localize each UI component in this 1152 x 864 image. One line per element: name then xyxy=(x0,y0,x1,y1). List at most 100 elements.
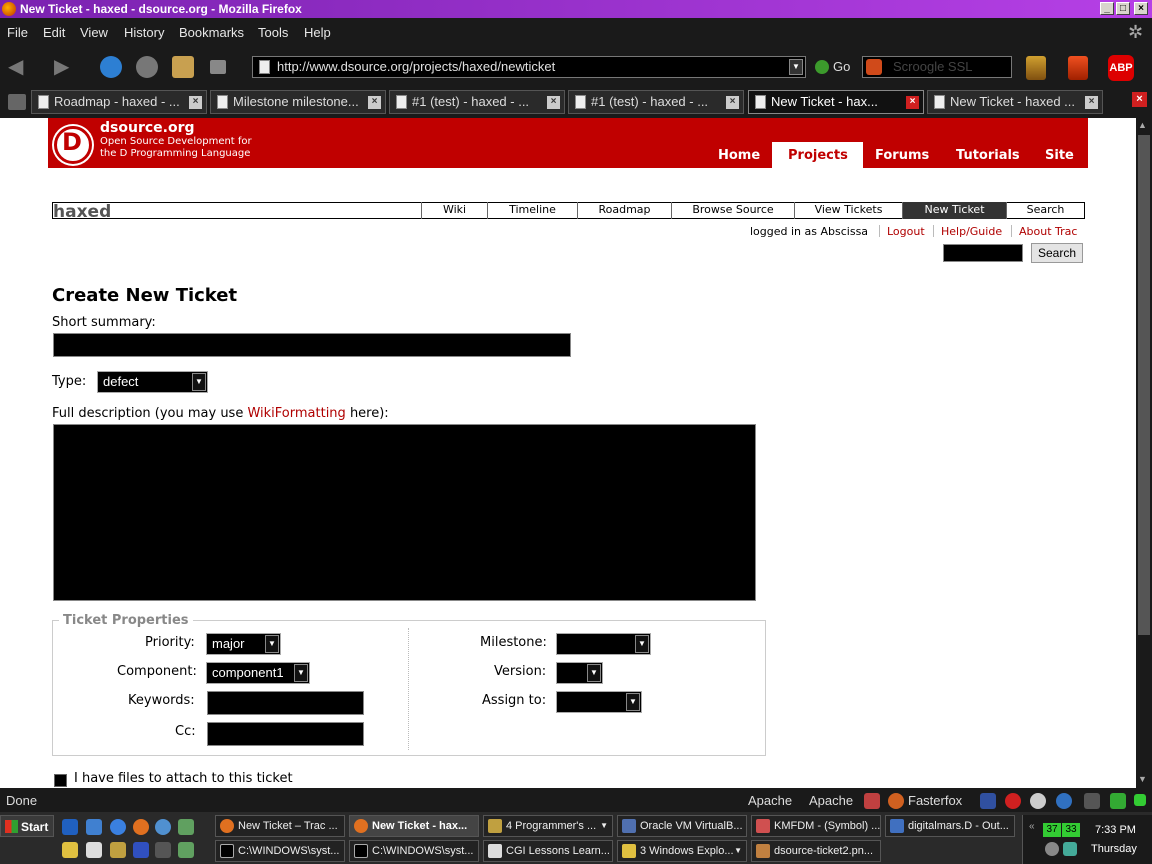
quicklaunch-icon[interactable] xyxy=(133,842,149,858)
flag-icon[interactable] xyxy=(980,793,996,809)
fasterfox-icon[interactable] xyxy=(888,793,904,809)
minimize-button[interactable]: _ xyxy=(1100,2,1114,15)
go-button[interactable]: Go xyxy=(833,59,850,74)
clock-time[interactable]: 7:33 PM xyxy=(1095,824,1136,836)
close-tab-icon[interactable]: × xyxy=(906,96,919,109)
proj-nav-view-tickets[interactable]: View Tickets xyxy=(794,202,902,219)
task-digitalmars[interactable]: digitalmars.D - Out... xyxy=(885,815,1015,837)
close-tab-icon[interactable]: × xyxy=(368,96,381,109)
scrollbar-thumb[interactable] xyxy=(1138,135,1150,635)
tray-expand-icon[interactable]: « xyxy=(1029,821,1035,832)
menu-edit[interactable]: Edit xyxy=(43,25,65,40)
url-dropdown-icon[interactable]: ▼ xyxy=(789,59,803,75)
download-addon-icon[interactable] xyxy=(1026,56,1046,80)
quicklaunch-icon[interactable] xyxy=(155,819,171,835)
volume-icon[interactable] xyxy=(1045,842,1059,856)
stop-icon[interactable] xyxy=(136,56,158,78)
quicklaunch-icon[interactable] xyxy=(62,819,78,835)
proj-nav-new-ticket[interactable]: New Ticket xyxy=(902,202,1006,219)
tab-new-ticket-active[interactable]: New Ticket - hax... × xyxy=(748,90,924,114)
menu-tools[interactable]: Tools xyxy=(258,25,288,40)
close-window-button[interactable]: × xyxy=(1134,2,1148,15)
scroll-down-icon[interactable]: ▼ xyxy=(1138,774,1147,784)
keywords-input[interactable] xyxy=(207,691,364,715)
tab-milestone[interactable]: Milestone milestone... × xyxy=(210,90,386,114)
addon3-icon[interactable] xyxy=(1056,793,1072,809)
trac-search-input[interactable] xyxy=(943,244,1023,262)
proj-nav-roadmap[interactable]: Roadmap xyxy=(577,202,671,219)
task-virtualbox[interactable]: Oracle VM VirtualB... xyxy=(617,815,747,837)
close-tab-icon[interactable]: × xyxy=(1085,96,1098,109)
task-windows-explorer[interactable]: 3 Windows Explo... ▼ xyxy=(617,840,747,862)
addon5-icon[interactable] xyxy=(1110,793,1126,809)
assign-to-select[interactable]: ▼ xyxy=(556,691,642,713)
network-icon[interactable] xyxy=(1063,842,1077,856)
version-select[interactable]: ▼ xyxy=(556,662,603,684)
close-tab-icon[interactable]: × xyxy=(547,96,560,109)
start-button[interactable]: Start xyxy=(0,815,54,837)
type-select[interactable]: defect ▼ xyxy=(97,371,208,393)
quicklaunch-icon[interactable] xyxy=(178,842,194,858)
task-kmfdm[interactable]: KMFDM - (Symbol) ... xyxy=(751,815,881,837)
stop-script-icon[interactable] xyxy=(1005,793,1021,809)
quicklaunch-icon[interactable] xyxy=(178,819,194,835)
menu-bookmarks[interactable]: Bookmarks xyxy=(179,25,244,40)
task-cgi-lessons[interactable]: CGI Lessons Learn... xyxy=(483,840,613,862)
milestone-select[interactable]: ▼ xyxy=(556,633,651,655)
scroll-up-icon[interactable]: ▲ xyxy=(1138,120,1147,130)
new-tab-icon[interactable] xyxy=(8,94,26,110)
task-new-ticket-trac[interactable]: New Ticket – Trac ... xyxy=(215,815,345,837)
status-apache-1[interactable]: Apache xyxy=(748,793,792,808)
cc-input[interactable] xyxy=(207,722,364,746)
firefox-launch-icon[interactable] xyxy=(133,819,149,835)
back-icon[interactable]: ◀ xyxy=(8,56,30,78)
menu-file[interactable]: File xyxy=(7,25,28,40)
addon-status-icon[interactable] xyxy=(864,793,880,809)
task-cmd-2[interactable]: C:\WINDOWS\syst... xyxy=(349,840,479,862)
task-programmers[interactable]: 4 Programmer's ... ▼ xyxy=(483,815,613,837)
quicklaunch-icon[interactable] xyxy=(110,842,126,858)
close-all-tabs-icon[interactable]: × xyxy=(1132,92,1147,107)
maximize-button[interactable]: □ xyxy=(1116,2,1130,15)
site-nav-forums[interactable]: Forums xyxy=(875,148,929,163)
notepad-icon[interactable] xyxy=(86,842,102,858)
quicklaunch-icon[interactable] xyxy=(86,819,102,835)
go-icon[interactable] xyxy=(815,60,829,74)
home-icon[interactable] xyxy=(172,56,194,78)
url-bar[interactable]: http://www.dsource.org/projects/haxed/ne… xyxy=(252,56,806,78)
close-tab-icon[interactable]: × xyxy=(726,96,739,109)
tab-ticket-1a[interactable]: #1 (test) - haxed - ... × xyxy=(389,90,565,114)
proj-nav-search[interactable]: Search xyxy=(1006,202,1084,219)
status-apache-2[interactable]: Apache xyxy=(809,793,853,808)
ie-icon[interactable] xyxy=(110,819,126,835)
site-nav-tutorials[interactable]: Tutorials xyxy=(956,148,1020,163)
site-nav-projects[interactable]: Projects xyxy=(772,142,863,168)
proj-nav-timeline[interactable]: Timeline xyxy=(487,202,577,219)
attach-files-checkbox[interactable] xyxy=(54,774,67,787)
tab-ticket-1b[interactable]: #1 (test) - haxed - ... × xyxy=(568,90,744,114)
site-name[interactable]: dsource.org xyxy=(100,120,195,136)
task-cmd-1[interactable]: C:\WINDOWS\syst... xyxy=(215,840,345,862)
description-textarea[interactable] xyxy=(53,424,756,601)
status-fasterfox[interactable]: Fasterfox xyxy=(908,793,962,808)
site-nav-site[interactable]: Site xyxy=(1045,148,1074,163)
addon2-icon[interactable] xyxy=(1030,793,1046,809)
search-engine-icon[interactable] xyxy=(866,59,882,75)
forward-icon[interactable]: ▶ xyxy=(54,56,76,78)
menu-help[interactable]: Help xyxy=(304,25,331,40)
logout-link[interactable]: Logout xyxy=(887,225,925,238)
summary-input[interactable] xyxy=(53,333,571,357)
close-tab-icon[interactable]: × xyxy=(189,96,202,109)
tab-new-ticket[interactable]: New Ticket - haxed ... × xyxy=(927,90,1103,114)
wiki-formatting-link[interactable]: WikiFormatting xyxy=(247,406,345,421)
bookmark-gem-icon[interactable] xyxy=(210,60,226,74)
reload-icon[interactable] xyxy=(100,56,122,78)
proj-nav-wiki[interactable]: Wiki xyxy=(421,202,487,219)
project-name[interactable]: haxed xyxy=(53,202,111,222)
folder-icon[interactable] xyxy=(62,842,78,858)
proj-nav-browse-source[interactable]: Browse Source xyxy=(671,202,794,219)
adblock-plus-icon[interactable]: ABP xyxy=(1108,55,1134,81)
menu-view[interactable]: View xyxy=(80,25,108,40)
quicklaunch-icon[interactable] xyxy=(155,842,171,858)
menu-history[interactable]: History xyxy=(124,25,164,40)
